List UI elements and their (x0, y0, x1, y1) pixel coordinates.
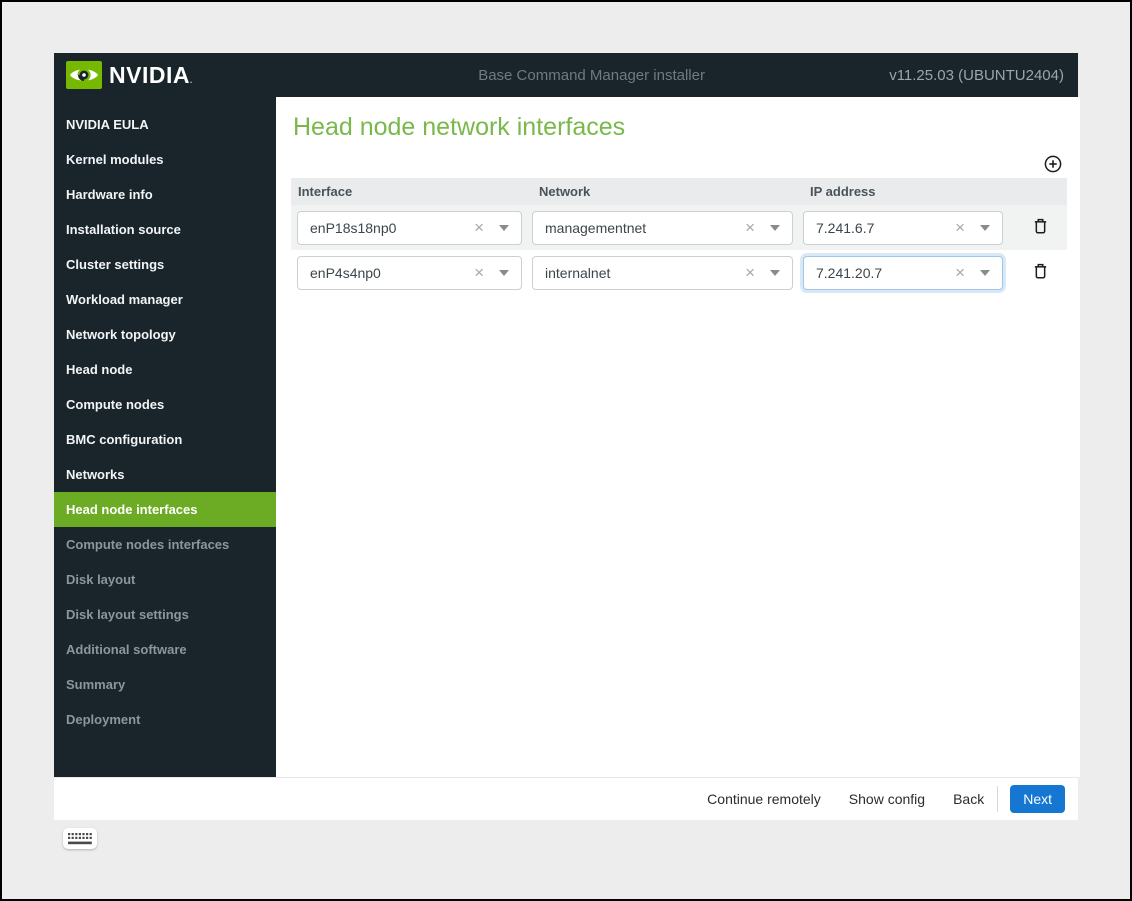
page-title: Head node network interfaces (293, 113, 626, 141)
caret-down-icon[interactable] (980, 224, 990, 231)
sidebar-item-label: Disk layout settings (66, 607, 189, 622)
sidebar-item-label: Networks (66, 467, 125, 482)
sidebar-item-nvidia-eula[interactable]: NVIDIA EULA (54, 107, 276, 142)
sidebar-item-head-node[interactable]: Head node (54, 352, 276, 387)
sidebar-item-label: Cluster settings (66, 257, 165, 272)
version-label: v11.25.03 (UBUNTU2404) (889, 66, 1064, 84)
sidebar-item-head-node-interfaces[interactable]: Head node interfaces (54, 492, 276, 527)
sidebar-item-networks[interactable]: Networks (54, 457, 276, 492)
caret-down-icon[interactable] (499, 269, 509, 276)
nvidia-wordmark: NVIDIA. (109, 61, 193, 88)
clear-icon[interactable]: × (955, 264, 965, 281)
network-select[interactable]: internalnet × (532, 255, 793, 290)
keyboard-icon (68, 832, 92, 844)
sidebar-item-label: Head node (66, 362, 133, 377)
sidebar-nav: NVIDIA EULA Kernel modules Hardware info… (54, 97, 276, 777)
sidebar-item-label: Installation source (66, 222, 181, 237)
interface-select[interactable]: enP4s4np0 × (297, 255, 522, 290)
sidebar-item-label: Compute nodes interfaces (66, 537, 230, 552)
column-header-network: Network (539, 184, 591, 199)
next-button[interactable]: Next (1010, 785, 1065, 813)
clear-icon[interactable]: × (474, 264, 484, 281)
sidebar-item-disk-layout-settings[interactable]: Disk layout settings (54, 597, 276, 632)
sidebar-item-label: BMC configuration (66, 432, 183, 447)
sidebar-item-cluster-settings[interactable]: Cluster settings (54, 247, 276, 282)
table-rows: enP18s18np0 × managementnet × 7.241.6.7 … (291, 205, 1067, 295)
sidebar-item-kernel-modules[interactable]: Kernel modules (54, 142, 276, 177)
column-header-ip-address: IP address (810, 184, 876, 199)
sidebar-item-compute-nodes-interfaces[interactable]: Compute nodes interfaces (54, 527, 276, 562)
table-header-row: Interface Network IP address (291, 178, 1067, 205)
plus-circle-icon (1044, 155, 1062, 173)
show-config-button[interactable]: Show config (849, 791, 925, 807)
nvidia-logo: NVIDIA. (66, 61, 294, 89)
window-body: NVIDIA EULA Kernel modules Hardware info… (54, 97, 1080, 777)
sidebar-item-workload-manager[interactable]: Workload manager (54, 282, 276, 317)
add-interface-button[interactable] (1044, 155, 1062, 173)
title-bar: NVIDIA. Base Command Manager installer v… (54, 53, 1078, 97)
footer-bar: Continue remotely Show config Back Next (54, 777, 1078, 820)
sidebar-item-disk-layout[interactable]: Disk layout (54, 562, 276, 597)
sidebar-item-label: Disk layout (66, 572, 136, 587)
trash-icon (1034, 263, 1046, 279)
sidebar-item-label: Workload manager (66, 292, 183, 307)
sidebar-item-network-topology[interactable]: Network topology (54, 317, 276, 352)
ip-address-select[interactable]: 7.241.20.7 × (803, 255, 1003, 290)
sidebar-item-label: Additional software (66, 642, 187, 657)
clear-icon[interactable]: × (474, 219, 484, 236)
clear-icon[interactable]: × (955, 219, 965, 236)
trash-icon (1034, 218, 1046, 234)
nvidia-eye-icon (66, 61, 102, 89)
sidebar-item-label: Kernel modules (66, 152, 164, 167)
sidebar-item-deployment[interactable]: Deployment (54, 702, 276, 737)
sidebar-item-label: NVIDIA EULA (66, 117, 149, 132)
interface-select[interactable]: enP18s18np0 × (297, 210, 522, 245)
footer-divider (997, 786, 999, 812)
window-title: Base Command Manager installer (478, 66, 705, 84)
page: NVIDIA. Base Command Manager installer v… (0, 0, 1132, 901)
ip-address-select[interactable]: 7.241.6.7 × (803, 210, 1003, 245)
interfaces-table: Interface Network IP address enP18s18np0… (291, 178, 1067, 295)
column-header-interface: Interface (298, 184, 353, 199)
virtual-keyboard-button[interactable] (63, 828, 97, 849)
sidebar-item-hardware-info[interactable]: Hardware info (54, 177, 276, 212)
sidebar-item-compute-nodes[interactable]: Compute nodes (54, 387, 276, 422)
clear-icon[interactable]: × (745, 264, 755, 281)
back-button[interactable]: Back (953, 791, 984, 807)
caret-down-icon[interactable] (770, 269, 780, 276)
sidebar-item-label: Head node interfaces (66, 502, 198, 517)
caret-down-icon[interactable] (499, 224, 509, 231)
delete-row-button[interactable] (1031, 260, 1050, 285)
delete-row-button[interactable] (1031, 215, 1050, 240)
caret-down-icon[interactable] (980, 269, 990, 276)
sidebar-item-bmc-configuration[interactable]: BMC configuration (54, 422, 276, 457)
sidebar-item-label: Hardware info (66, 187, 153, 202)
main-content: Head node network interfaces Interface N… (276, 97, 1080, 777)
sidebar-item-summary[interactable]: Summary (54, 667, 276, 702)
sidebar-item-label: Deployment (66, 712, 141, 727)
sidebar-item-label: Summary (66, 677, 126, 692)
table-row: enP4s4np0 × internalnet × 7.241.20.7 × (291, 250, 1067, 295)
clear-icon[interactable]: × (745, 219, 755, 236)
sidebar-item-label: Compute nodes (66, 397, 165, 412)
sidebar-item-label: Network topology (66, 327, 176, 342)
sidebar-item-additional-software[interactable]: Additional software (54, 632, 276, 667)
installer-window: NVIDIA. Base Command Manager installer v… (54, 53, 1080, 820)
sidebar-item-installation-source[interactable]: Installation source (54, 212, 276, 247)
continue-remotely-button[interactable]: Continue remotely (707, 791, 821, 807)
table-row: enP18s18np0 × managementnet × 7.241.6.7 … (291, 205, 1067, 250)
caret-down-icon[interactable] (770, 224, 780, 231)
network-select[interactable]: managementnet × (532, 210, 793, 245)
